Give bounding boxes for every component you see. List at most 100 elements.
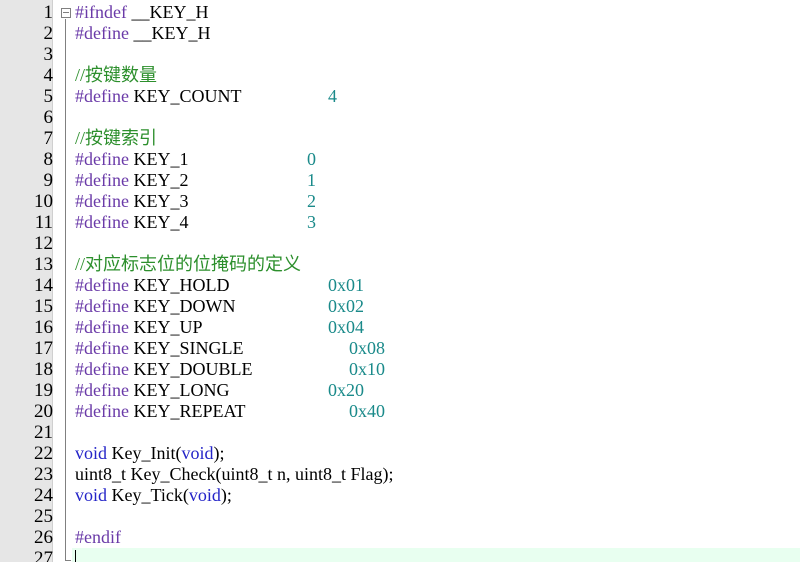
code-text: #define KEY_HOLD 0x01	[75, 275, 364, 296]
line-number: 17	[34, 338, 53, 359]
identifier: KEY_3	[128, 191, 189, 211]
code-line[interactable]: 11 #define KEY_4 3	[0, 212, 800, 233]
preprocessor-directive: #endif	[75, 527, 121, 547]
preprocessor-directive: #define	[75, 338, 129, 358]
macro-value: 0x10	[349, 359, 385, 379]
preprocessor-directive: #define	[75, 317, 129, 337]
keyword: void	[188, 485, 221, 505]
fold-minus-icon[interactable]	[61, 8, 71, 18]
line-number: 13	[34, 254, 53, 275]
code-text: #define KEY_3 2	[75, 191, 316, 212]
code-text: #define KEY_1 0	[75, 149, 316, 170]
code-line[interactable]: 23 uint8_t Key_Check(uint8_t n, uint8_t F…	[0, 464, 800, 485]
preprocessor-directive: #define	[75, 296, 129, 316]
code-text: #define KEY_LONG 0x20	[75, 380, 364, 401]
code-line[interactable]: 7 //按键索引	[0, 128, 800, 149]
identifier: KEY_SINGLE	[128, 338, 244, 358]
fold-guide-line	[65, 19, 66, 561]
line-number: 23	[34, 464, 53, 485]
macro-value: 3	[307, 212, 316, 232]
identifier: KEY_4	[128, 212, 189, 232]
code-line[interactable]: 20 #define KEY_REPEAT 0x40	[0, 401, 800, 422]
line-number: 4	[43, 65, 54, 86]
line-number: 22	[34, 443, 53, 464]
comment: //按键数量	[75, 65, 158, 85]
code-text: uint8_t Key_Check(uint8_t n, uint8_t Fla…	[75, 464, 393, 485]
identifier: );	[213, 443, 225, 463]
preprocessor-directive: #define	[75, 149, 129, 169]
line-number: 25	[34, 506, 53, 527]
code-line[interactable]: 16 #define KEY_UP 0x04	[0, 317, 800, 338]
preprocessor-directive: #define	[75, 275, 129, 295]
comment: //按键索引	[75, 128, 158, 148]
line-number: 20	[34, 401, 53, 422]
identifier: KEY_2	[128, 170, 189, 190]
code-line[interactable]: 18 #define KEY_DOUBLE 0x10	[0, 359, 800, 380]
identifier: Key_Tick(	[107, 485, 189, 505]
code-line[interactable]: 12	[0, 233, 800, 254]
comment: //对应标志位的位掩码的定义	[75, 254, 302, 274]
identifier: KEY_REPEAT	[128, 401, 246, 421]
line-number: 11	[34, 212, 53, 233]
code-text: #endif	[75, 527, 121, 548]
preprocessor-directive: #define	[75, 86, 129, 106]
line-number: 12	[34, 233, 53, 254]
line-number: 8	[43, 149, 54, 170]
code-line[interactable]: 22 void Key_Init(void);	[0, 443, 800, 464]
preprocessor-directive: #define	[75, 23, 129, 43]
code-text: //按键索引	[75, 128, 157, 149]
code-line[interactable]: 2 #define __KEY_H	[0, 23, 800, 44]
code-line[interactable]: 26 #endif	[0, 527, 800, 548]
macro-value: 0x20	[328, 380, 364, 400]
code-line[interactable]: 19 #define KEY_LONG 0x20	[0, 380, 800, 401]
code-line[interactable]: 24 void Key_Tick(void);	[0, 485, 800, 506]
code-text: #define KEY_REPEAT 0x40	[75, 401, 385, 422]
identifier: uint8_t Key_Check(uint8_t n, uint8_t Fla…	[75, 464, 394, 484]
code-line[interactable]: 5 #define KEY_COUNT 4	[0, 86, 800, 107]
code-editor[interactable]: 1 #ifndef __KEY_H 2 #define __KEY_H 3 4//按键数量…	[0, 0, 800, 562]
code-line[interactable]: 8 #define KEY_1 0	[0, 149, 800, 170]
code-text: void Key_Init(void);	[75, 443, 225, 464]
preprocessor-directive: #define	[75, 170, 129, 190]
code-line[interactable]: 6	[0, 107, 800, 128]
line-number: 26	[34, 527, 53, 548]
keyword: void	[75, 443, 108, 463]
keyword: void	[181, 443, 214, 463]
macro-value: 0x02	[328, 296, 364, 316]
code-text: void Key_Tick(void);	[75, 485, 232, 506]
code-line[interactable]: 4 //按键数量	[0, 65, 800, 86]
macro-value: 2	[307, 191, 316, 211]
line-number: 16	[34, 317, 53, 338]
code-line[interactable]: 1 #ifndef __KEY_H	[0, 2, 800, 23]
code-line[interactable]: 21	[0, 422, 800, 443]
current-code-line[interactable]: 27	[34, 548, 800, 562]
line-number: 14	[34, 275, 53, 296]
line-number: 7	[43, 128, 54, 149]
code-line[interactable]: 14 #define KEY_HOLD 0x01	[0, 275, 800, 296]
code-text: #ifndef __KEY_H	[75, 2, 208, 23]
line-number: 1	[43, 2, 54, 23]
line-number: 15	[34, 296, 53, 317]
code-line[interactable]: 10 #define KEY_3 2	[0, 191, 800, 212]
line-number: 6	[43, 107, 54, 128]
code-line[interactable]: 9 #define KEY_2 1	[0, 170, 800, 191]
line-number: 3	[43, 44, 54, 65]
code-text: #define KEY_DOUBLE 0x10	[75, 359, 385, 380]
code-line[interactable]: 13 //对应标志位的位掩码的定义	[0, 254, 800, 275]
macro-value: 0x04	[328, 317, 364, 337]
code-line[interactable]: 25	[0, 506, 800, 527]
code-line[interactable]: 3	[0, 44, 800, 65]
macro-value: 0x01	[328, 275, 364, 295]
identifier: KEY_LONG	[128, 380, 230, 400]
code-line[interactable]: 15 #define KEY_DOWN 0x02	[0, 296, 800, 317]
code-line[interactable]: 17 #define KEY_SINGLE 0x08	[0, 338, 800, 359]
identifier: KEY_HOLD	[128, 275, 230, 295]
code-text: //按键数量	[75, 65, 157, 86]
line-number: 18	[34, 359, 53, 380]
identifier: KEY_DOUBLE	[128, 359, 253, 379]
macro-value: 1	[307, 170, 316, 190]
line-number: 2	[43, 23, 54, 44]
identifier: KEY_DOWN	[128, 296, 236, 316]
line-number: 9	[43, 170, 54, 191]
identifier: KEY_COUNT	[128, 86, 242, 106]
